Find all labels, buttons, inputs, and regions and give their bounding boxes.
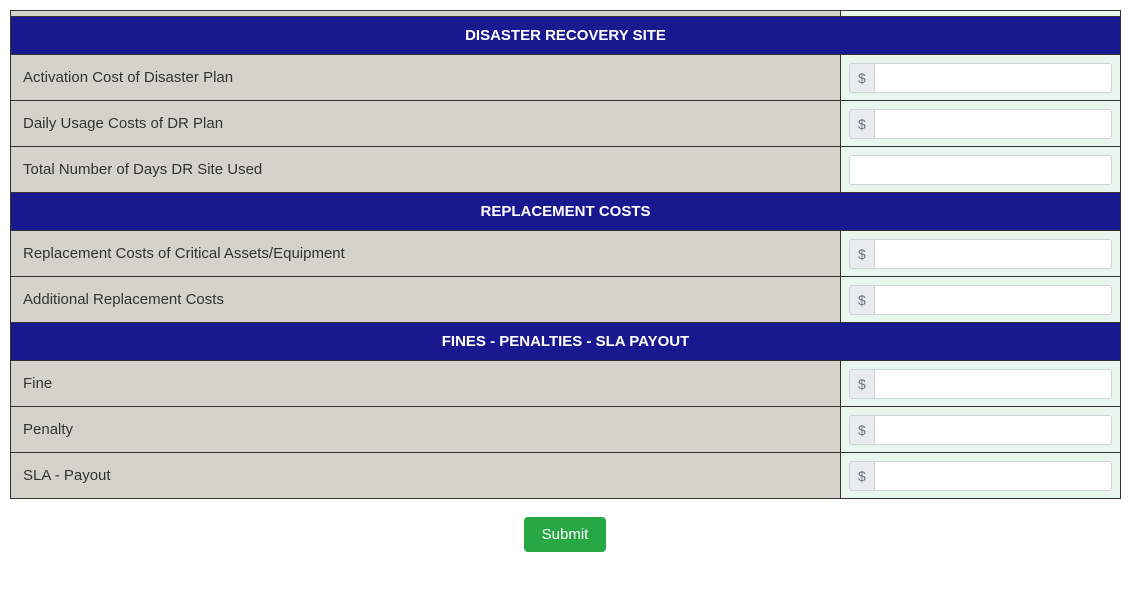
days-used-input[interactable] <box>849 155 1112 185</box>
penalty-input[interactable] <box>874 415 1112 445</box>
currency-prefix: $ <box>849 415 874 445</box>
section-header-dr: DISASTER RECOVERY SITE <box>11 17 1121 55</box>
currency-prefix: $ <box>849 461 874 491</box>
table-row: Replacement Costs of Critical Assets/Equ… <box>11 231 1121 277</box>
row-input-cell: $ <box>841 101 1121 147</box>
row-input-cell: $ <box>841 55 1121 101</box>
section-header-fines: FINES - PENALTIES - SLA PAYOUT <box>11 323 1121 361</box>
sla-payout-input[interactable] <box>874 461 1112 491</box>
table-row: SLA - Payout $ <box>11 453 1121 499</box>
row-label-penalty: Penalty <box>11 407 841 453</box>
submit-button[interactable]: Submit <box>524 517 607 552</box>
activation-cost-input[interactable] <box>874 63 1112 93</box>
row-input-cell <box>841 147 1121 193</box>
input-group: $ <box>849 63 1112 93</box>
section-header-replacement: REPLACEMENT COSTS <box>11 193 1121 231</box>
table-row: Daily Usage Costs of DR Plan $ <box>11 101 1121 147</box>
row-input-cell: $ <box>841 453 1121 499</box>
currency-prefix: $ <box>849 109 874 139</box>
input-group <box>849 155 1112 185</box>
input-group: $ <box>849 109 1112 139</box>
currency-prefix: $ <box>849 369 874 399</box>
row-input-cell: $ <box>841 277 1121 323</box>
input-group: $ <box>849 461 1112 491</box>
row-label-critical: Replacement Costs of Critical Assets/Equ… <box>11 231 841 277</box>
table-row: Penalty $ <box>11 407 1121 453</box>
currency-prefix: $ <box>849 285 874 315</box>
row-input-cell: $ <box>841 361 1121 407</box>
additional-replacement-input[interactable] <box>874 285 1112 315</box>
row-label-daily: Daily Usage Costs of DR Plan <box>11 101 841 147</box>
row-label-additional: Additional Replacement Costs <box>11 277 841 323</box>
row-label-sla: SLA - Payout <box>11 453 841 499</box>
daily-usage-cost-input[interactable] <box>874 109 1112 139</box>
input-group: $ <box>849 415 1112 445</box>
section-title: DISASTER RECOVERY SITE <box>11 17 1121 55</box>
critical-replacement-input[interactable] <box>874 239 1112 269</box>
row-label-days: Total Number of Days DR Site Used <box>11 147 841 193</box>
form-table: DISASTER RECOVERY SITE Activation Cost o… <box>10 10 1120 552</box>
row-label-activation: Activation Cost of Disaster Plan <box>11 55 841 101</box>
table-row: Additional Replacement Costs $ <box>11 277 1121 323</box>
table-row: Activation Cost of Disaster Plan $ <box>11 55 1121 101</box>
fine-input[interactable] <box>874 369 1112 399</box>
input-group: $ <box>849 239 1112 269</box>
section-title: REPLACEMENT COSTS <box>11 193 1121 231</box>
input-group: $ <box>849 285 1112 315</box>
row-label-fine: Fine <box>11 361 841 407</box>
table-row: Fine $ <box>11 361 1121 407</box>
input-group: $ <box>849 369 1112 399</box>
row-input-cell: $ <box>841 231 1121 277</box>
section-title: FINES - PENALTIES - SLA PAYOUT <box>11 323 1121 361</box>
table-row: Total Number of Days DR Site Used <box>11 147 1121 193</box>
currency-prefix: $ <box>849 239 874 269</box>
currency-prefix: $ <box>849 63 874 93</box>
row-input-cell: $ <box>841 407 1121 453</box>
submit-wrap: Submit <box>10 517 1120 552</box>
